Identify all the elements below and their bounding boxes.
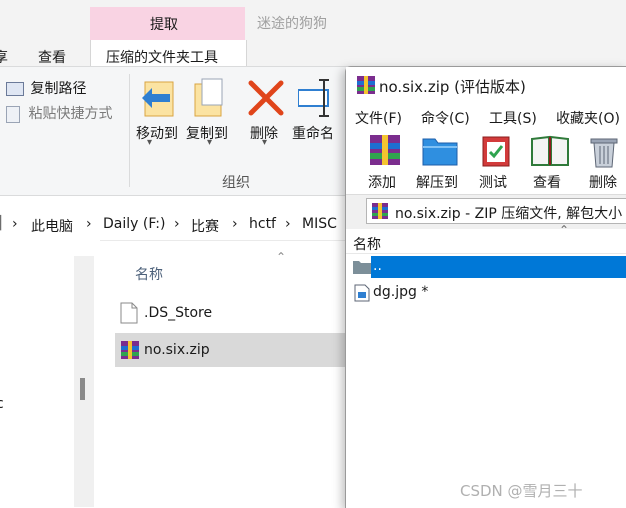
move-to-button[interactable]: 移动到: [134, 76, 184, 146]
breadcrumb-hctf[interactable]: hctf: [249, 216, 276, 232]
image-file-icon: [354, 284, 370, 302]
toolbar-delete-button[interactable]: 删除: [584, 131, 626, 191]
context-tab-extract[interactable]: 提取: [150, 14, 178, 34]
sort-ascending-icon: ⌃: [276, 250, 287, 264]
copy-to-dropdown-icon: ▾: [207, 137, 213, 148]
file-row-ds-store[interactable]: .DS_Store: [115, 298, 345, 328]
blank-file-icon: [120, 302, 138, 324]
view-book-icon: [531, 135, 569, 166]
tab-view[interactable]: 查看: [38, 47, 66, 67]
menu-favorites[interactable]: 收藏夹(O): [556, 108, 620, 128]
ribbon-separator: [129, 74, 130, 187]
breadcrumb-separator-icon: ▏: [0, 216, 10, 231]
rename-icon: [298, 79, 329, 117]
breadcrumb-chevron-icon: ›: [12, 216, 18, 232]
breadcrumb-misc[interactable]: MISC: [302, 216, 337, 232]
breadcrumb-chevron-icon: ›: [86, 216, 92, 232]
archive-entry-dg-jpg[interactable]: dg.jpg *: [346, 281, 626, 305]
winrar-window: no.six.zip (评估版本) 文件(F) 命令(C) 工具(S) 收藏夹(…: [345, 66, 626, 508]
copy-path-label: 复制路径: [30, 81, 87, 97]
organize-group-label: 组织: [222, 175, 250, 191]
parent-folder-icon: [353, 261, 371, 274]
rename-button[interactable]: 重命名: [292, 76, 344, 146]
winrar-column-name[interactable]: 名称: [353, 234, 381, 254]
file-name: no.six.zip: [144, 342, 210, 358]
paste-shortcut-label: 粘贴快捷方式: [28, 106, 113, 122]
trash-can-icon: [590, 138, 618, 168]
breadcrumb-chevron-icon: ›: [174, 216, 180, 232]
move-to-dropdown-icon: ▾: [147, 137, 153, 148]
add-archive-icon: [370, 135, 400, 165]
toolbar-test-button[interactable]: 测试: [474, 131, 520, 191]
copy-to-icon: [194, 78, 223, 117]
nav-item-partial[interactable]: c: [0, 396, 4, 412]
breadcrumb-chevron-icon: ›: [232, 216, 238, 232]
column-header-name[interactable]: 名称: [135, 264, 163, 284]
breadcrumb-drive[interactable]: Daily (F:): [103, 216, 165, 232]
extract-folder-icon: [422, 138, 458, 166]
archive-path-text: no.six.zip - ZIP 压缩文件, 解包大小: [395, 206, 623, 222]
toolbar-extract-to-button[interactable]: 解压到: [412, 131, 468, 191]
winrar-app-icon: [357, 76, 375, 94]
menu-tools[interactable]: 工具(S): [489, 108, 537, 128]
toolbar-view-button[interactable]: 查看: [526, 131, 574, 191]
menu-file[interactable]: 文件(F): [355, 108, 402, 128]
window-title: 迷途的狗狗: [257, 16, 327, 32]
paste-shortcut-button[interactable]: 粘贴快捷方式: [6, 103, 112, 123]
file-name: .DS_Store: [144, 305, 213, 321]
archive-entry-parent-label: ..: [373, 258, 382, 274]
copy-path-icon: [6, 82, 24, 96]
toolbar-delete-label: 删除: [589, 175, 617, 191]
delete-x-icon: [248, 80, 284, 116]
delete-button[interactable]: 删除: [246, 76, 288, 146]
toolbar-test-label: 测试: [479, 175, 507, 191]
toolbar-add-label: 添加: [368, 175, 396, 191]
tab-share[interactable]: 享: [0, 47, 8, 67]
breadcrumb-competition[interactable]: 比赛: [191, 216, 219, 236]
winrar-title: no.six.zip (评估版本): [379, 78, 526, 96]
copy-to-button[interactable]: 复制到: [184, 76, 234, 146]
test-clipboard-icon: [482, 136, 510, 167]
archive-path-icon: [372, 203, 388, 219]
toolbar-view-label: 查看: [533, 175, 561, 191]
toolbar-extract-to-label: 解压到: [416, 175, 458, 191]
breadcrumb-this-pc[interactable]: 此电脑: [31, 216, 73, 236]
move-to-label: 移动到: [136, 126, 178, 142]
archive-entry-label: dg.jpg *: [373, 284, 429, 300]
nav-scrollbar-thumb[interactable]: [80, 378, 85, 400]
archive-entry-parent[interactable]: [371, 256, 626, 278]
delete-dropdown-icon: ▾: [262, 137, 268, 148]
menu-commands[interactable]: 命令(C): [421, 108, 470, 128]
tab-compressed-folder-tools[interactable]: 压缩的文件夹工具: [106, 47, 218, 67]
winrar-archive-icon: [121, 341, 139, 359]
csdn-watermark: CSDN @雪月三十: [460, 482, 583, 500]
rename-label: 重命名: [292, 126, 334, 142]
winrar-sort-icon: ⌃: [559, 223, 570, 237]
copy-path-button[interactable]: 复制路径: [6, 78, 86, 98]
toolbar-add-button[interactable]: 添加: [362, 131, 408, 191]
move-to-icon: [142, 81, 174, 117]
paste-shortcut-icon: [6, 105, 20, 123]
winrar-column-header: [346, 229, 626, 254]
breadcrumb-chevron-icon: ›: [285, 216, 291, 232]
